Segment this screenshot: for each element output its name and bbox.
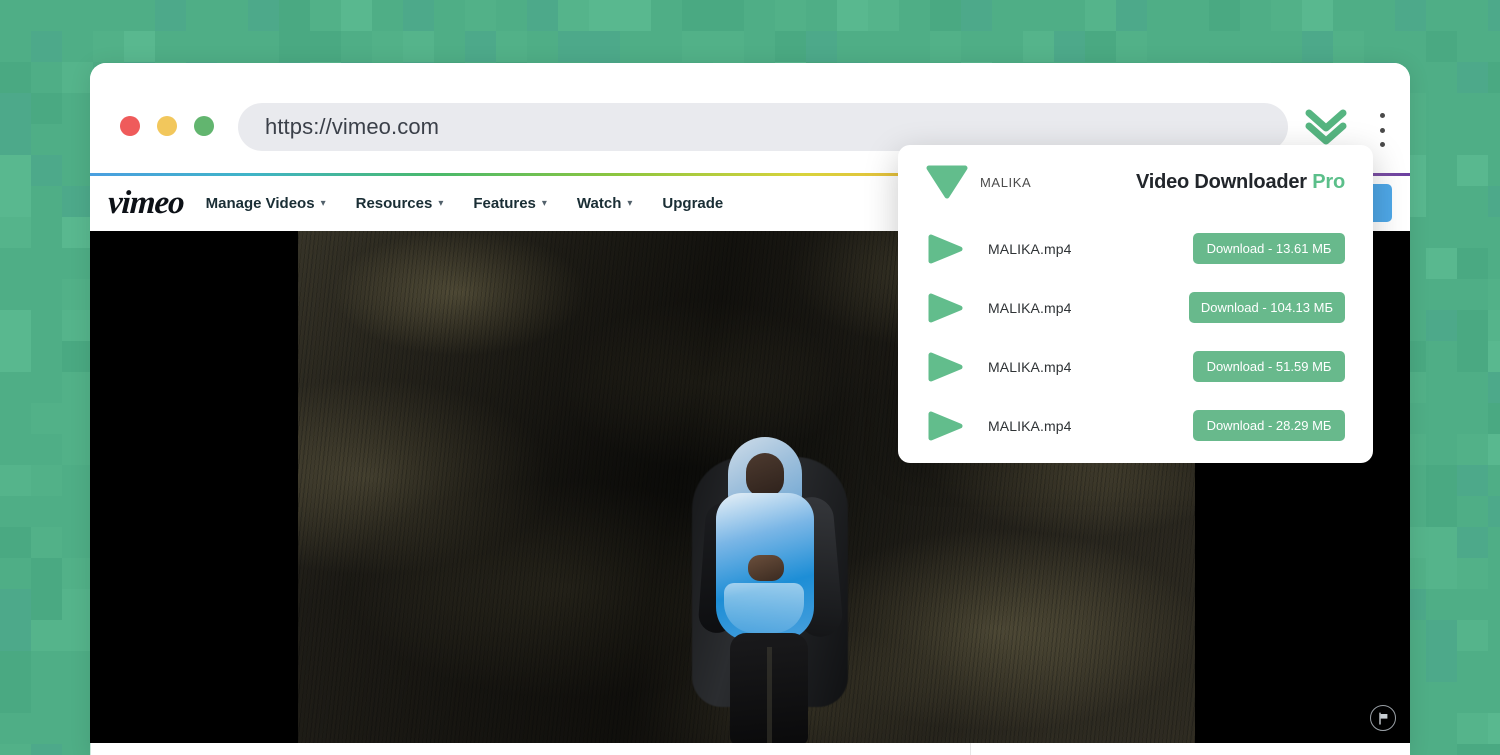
play-triangle-icon	[926, 234, 966, 264]
download-file-name: MALIKA.mp4	[988, 299, 1072, 316]
popup-title-main: Video Downloader	[1135, 170, 1307, 193]
address-bar-value: https://vimeo.com	[265, 114, 440, 139]
kebab-menu-icon[interactable]	[1371, 113, 1393, 147]
page-content-below-player	[90, 743, 1410, 755]
chevron-down-icon: ▾	[438, 198, 444, 209]
nav-label: Manage Videos	[205, 195, 315, 212]
flag-icon[interactable]	[1370, 705, 1396, 731]
download-list-item: MALIKA.mp4 Download - 104.13 МБ	[926, 278, 1345, 337]
double-chevron-down-icon[interactable]	[1303, 107, 1349, 149]
download-file-name: MALIKA.mp4	[988, 240, 1072, 257]
play-triangle-icon	[926, 293, 966, 323]
download-list-item: MALIKA.mp4 Download - 28.29 МБ	[926, 396, 1345, 455]
download-file-name: MALIKA.mp4	[988, 358, 1072, 375]
nav-item-manage-videos[interactable]: Manage Videos ▾	[206, 195, 326, 212]
traffic-lights	[120, 116, 214, 136]
nav-item-resources[interactable]: Resources ▾	[356, 195, 444, 212]
close-window-button[interactable]	[120, 116, 140, 136]
nav-label: Upgrade	[662, 195, 724, 212]
popup-title: Video Downloader Pro	[1136, 171, 1345, 194]
nav-item-features[interactable]: Features ▾	[473, 195, 547, 212]
chevron-down-icon: ▾	[627, 198, 633, 209]
video-subject-person	[690, 437, 850, 743]
download-file-name: MALIKA.mp4	[988, 417, 1072, 434]
download-list-item: MALIKA.mp4 Download - 13.61 МБ	[926, 219, 1345, 278]
popup-title-accent: Pro	[1312, 170, 1345, 193]
popup-header: MALIKA Video Downloader Pro	[926, 145, 1345, 219]
download-button[interactable]: Download - 104.13 МБ	[1188, 292, 1345, 323]
address-bar[interactable]: https://vimeo.com	[238, 103, 1288, 151]
nav-label: Resources	[355, 195, 433, 212]
video-downloader-popup: MALIKA Video Downloader Pro MALIKA.mp4 D…	[898, 145, 1373, 463]
download-button[interactable]: Download - 51.59 МБ	[1193, 351, 1345, 382]
download-button[interactable]: Download - 28.29 МБ	[1193, 410, 1345, 441]
nav-label: Features	[473, 195, 536, 212]
nav-item-upgrade[interactable]: Upgrade	[662, 195, 723, 212]
download-button[interactable]: Download - 13.61 МБ	[1193, 233, 1345, 264]
chevron-down-icon: ▾	[320, 198, 326, 209]
nav-item-watch[interactable]: Watch ▾	[577, 195, 632, 212]
play-triangle-icon	[926, 352, 966, 382]
green-triangle-down-icon	[926, 165, 968, 199]
vimeo-logo[interactable]: vimeo	[107, 185, 185, 222]
play-triangle-icon	[926, 411, 966, 441]
maximize-window-button[interactable]	[194, 116, 214, 136]
popup-brand-name: MALIKA	[980, 174, 1032, 190]
chevron-down-icon: ▾	[541, 198, 547, 209]
minimize-window-button[interactable]	[157, 116, 177, 136]
download-list-item: MALIKA.mp4 Download - 51.59 МБ	[926, 337, 1345, 396]
nav-label: Watch	[576, 195, 622, 212]
